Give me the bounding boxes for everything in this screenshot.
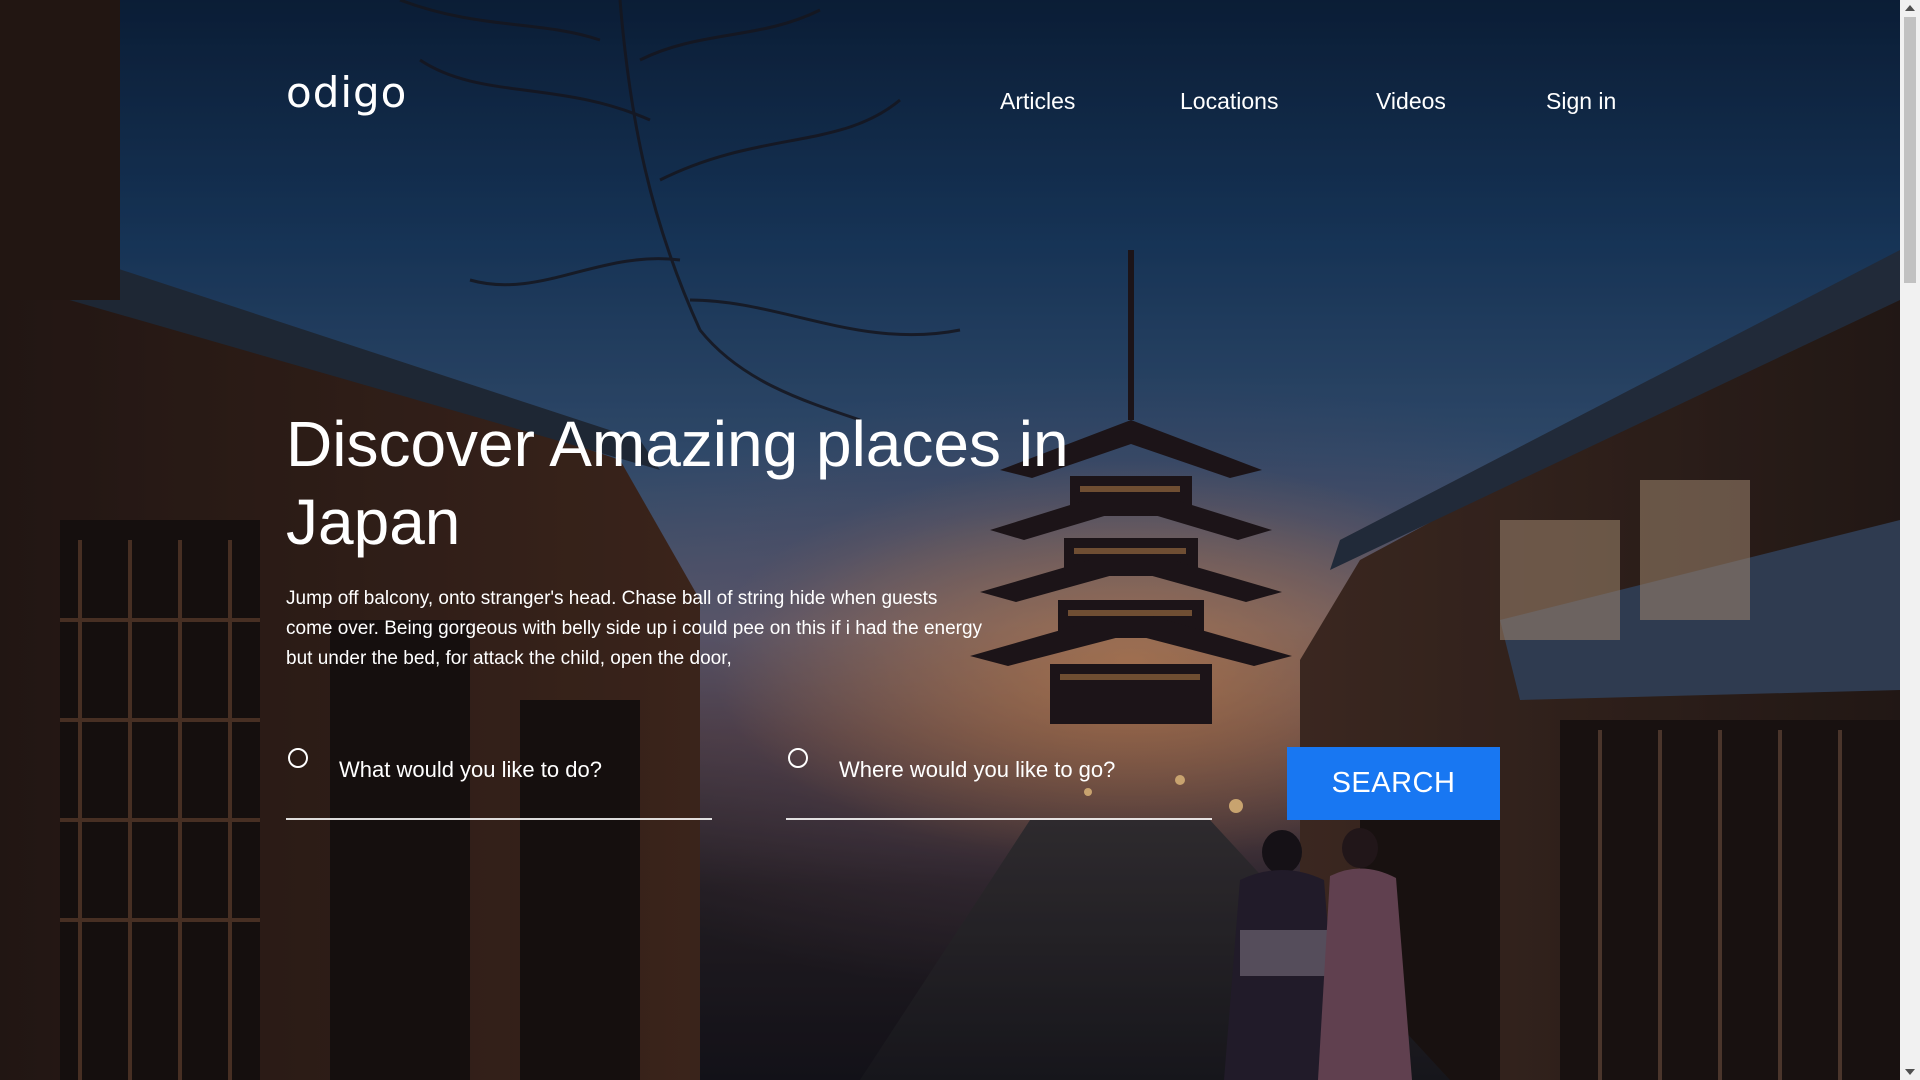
scroll-up-arrow-icon — [1905, 5, 1915, 11]
scrollbar-thumb[interactable] — [1904, 17, 1916, 283]
page: odigo Articles Locations Videos Sign in … — [0, 0, 1920, 1080]
search-button[interactable]: SEARCH — [1287, 747, 1500, 820]
hero-headline: Discover Amazing places in Japan — [286, 408, 1069, 558]
activity-search-input[interactable] — [339, 750, 699, 790]
activity-search-field — [286, 740, 712, 820]
site-logo[interactable]: odigo — [286, 68, 407, 117]
page-scrollbar[interactable] — [1900, 0, 1920, 1080]
scroll-down-button[interactable] — [1900, 1064, 1920, 1080]
activity-radio-icon[interactable] — [288, 748, 308, 768]
scroll-down-arrow-icon — [1905, 1069, 1915, 1075]
scroll-up-button[interactable] — [1900, 0, 1920, 16]
nav-item-articles[interactable]: Articles — [1000, 88, 1075, 115]
location-search-input[interactable] — [839, 750, 1199, 790]
nav-item-locations[interactable]: Locations — [1180, 88, 1278, 115]
location-search-field — [786, 740, 1212, 820]
hero-description: Jump off balcony, onto stranger's head. … — [286, 588, 983, 669]
location-radio-icon[interactable] — [788, 748, 808, 768]
nav-item-sign-in[interactable]: Sign in — [1546, 88, 1616, 115]
nav-item-videos[interactable]: Videos — [1376, 88, 1446, 115]
